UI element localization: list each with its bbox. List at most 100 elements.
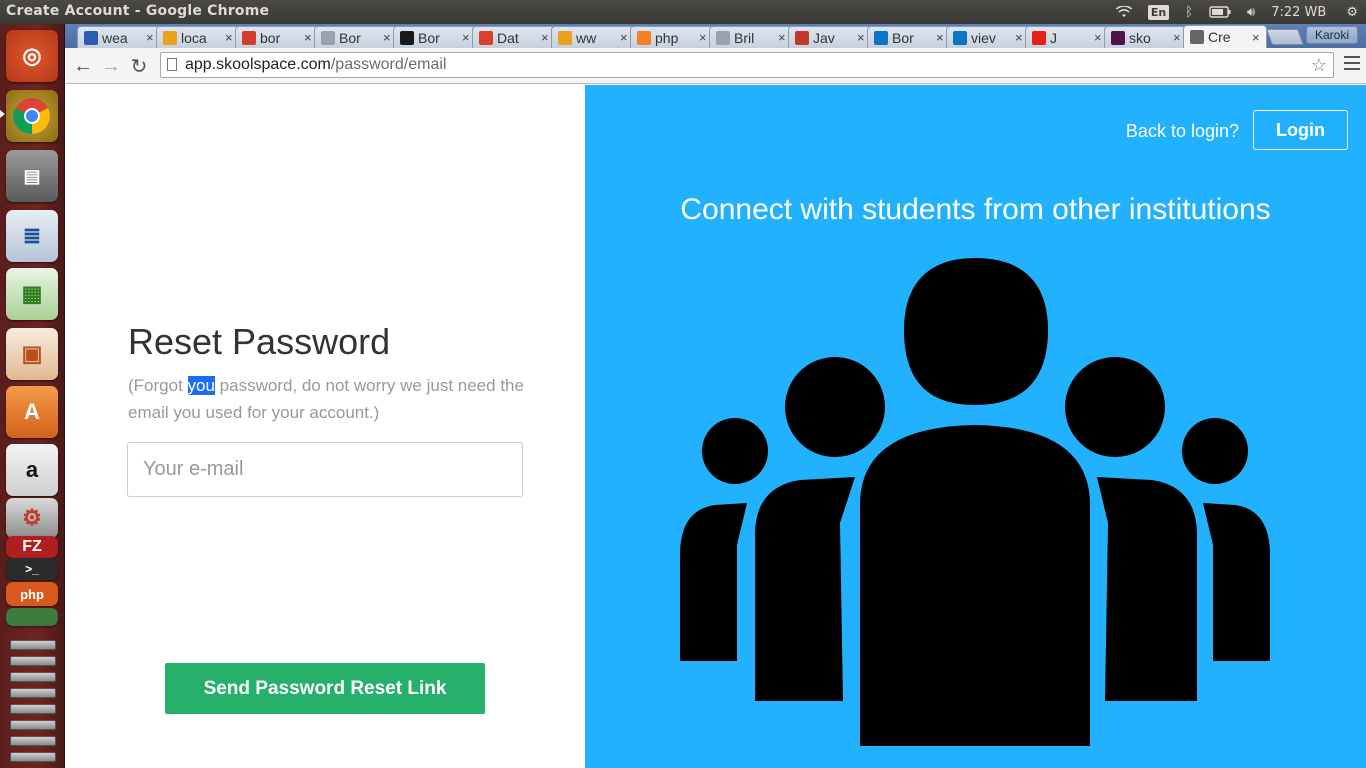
- tab-close-icon[interactable]: ×: [541, 30, 551, 45]
- forward-arrow-icon[interactable]: →: [99, 54, 123, 78]
- browser-tab[interactable]: Bor ×: [867, 26, 951, 48]
- send-reset-link-button[interactable]: Send Password Reset Link: [165, 663, 485, 714]
- keyboard-layout-indicator[interactable]: En: [1147, 4, 1170, 20]
- launcher-stack-item[interactable]: [10, 640, 56, 650]
- volume-icon[interactable]: 🔊︎: [1247, 5, 1255, 20]
- browser-tab[interactable]: loca ×: [156, 26, 240, 48]
- launcher-stack-item[interactable]: [10, 672, 56, 682]
- settings-gear-icon[interactable]: ⚙: [1346, 5, 1358, 20]
- document-icon: [716, 30, 730, 45]
- tab-title: wea: [102, 29, 128, 46]
- unity-launcher: ◎ ▤ ≣ ▦ ▣ A a ⚙ FZ >_ php: [0, 24, 65, 768]
- clock[interactable]: 7:22 WB: [1271, 5, 1326, 20]
- tab-close-icon[interactable]: ×: [1173, 30, 1183, 45]
- browser-tab[interactable]: Bril ×: [709, 26, 793, 48]
- browser-tab[interactable]: sko ×: [1104, 26, 1188, 48]
- tab-title: Bril: [734, 29, 755, 46]
- tab-close-icon[interactable]: ×: [383, 30, 393, 45]
- browser-tab[interactable]: Jav ×: [788, 26, 872, 48]
- amazon-icon[interactable]: a: [6, 444, 58, 496]
- ubuntu-dash-icon[interactable]: ◎: [6, 30, 58, 82]
- launcher-stack-item[interactable]: [10, 736, 56, 746]
- stackoverflow-icon: [637, 30, 651, 45]
- writer-launcher-icon[interactable]: ≣: [6, 210, 58, 262]
- promo-panel: Back to login? Login Connect with studen…: [585, 85, 1366, 768]
- selected-text: you: [187, 376, 215, 395]
- help-text-start: (Forgot: [128, 376, 188, 395]
- browser-window: wea × loca × bor × Bor × Bor × Dat × ww × php × Bril × Jav…: [65, 24, 1366, 768]
- chrome-menu-icon[interactable]: [1344, 56, 1360, 70]
- login-button[interactable]: Login: [1253, 110, 1348, 150]
- tab-title: Jav: [813, 29, 835, 46]
- browser-tab[interactable]: Bor ×: [314, 26, 398, 48]
- tab-close-icon[interactable]: ×: [699, 30, 709, 45]
- reset-form-panel: Reset Password (Forgot you password, do …: [65, 85, 585, 768]
- tab-close-icon[interactable]: ×: [936, 30, 946, 45]
- address-bar[interactable]: app.skoolspace.com/password/email ☆: [160, 52, 1334, 78]
- tab-close-icon[interactable]: ×: [1094, 30, 1104, 45]
- filezilla-icon[interactable]: FZ: [6, 536, 58, 558]
- impress-launcher-icon[interactable]: ▣: [6, 328, 58, 380]
- launcher-stack-item[interactable]: [10, 704, 56, 714]
- bluetooth-icon[interactable]: ᛒ: [1185, 5, 1193, 20]
- youtube-icon: [1032, 30, 1046, 45]
- launcher-stack-item[interactable]: [10, 688, 56, 698]
- calc-launcher-icon[interactable]: ▦: [6, 268, 58, 320]
- tab-close-icon[interactable]: ×: [857, 30, 867, 45]
- battery-icon[interactable]: [1209, 6, 1231, 18]
- software-center-icon[interactable]: A: [6, 386, 58, 438]
- reload-icon[interactable]: ↻: [127, 54, 151, 78]
- chrome-launcher-icon[interactable]: [6, 90, 58, 142]
- tab-close-icon[interactable]: ×: [778, 30, 788, 45]
- browser-toolbar: ← → ↻ app.skoolspace.com/password/email …: [65, 48, 1366, 84]
- browser-tab[interactable]: php ×: [630, 26, 714, 48]
- tab-title: php: [655, 29, 679, 46]
- browser-tab[interactable]: Cre ×: [1183, 25, 1267, 48]
- active-app-indicator: [0, 110, 5, 118]
- tab-close-icon[interactable]: ×: [1252, 30, 1262, 45]
- browser-tab[interactable]: bor ×: [235, 26, 319, 48]
- tab-close-icon[interactable]: ×: [225, 30, 235, 45]
- launcher-stack-item[interactable]: [10, 656, 56, 666]
- terminal-icon[interactable]: >_: [6, 558, 58, 580]
- tab-title: J: [1050, 29, 1057, 46]
- phpmyadmin-icon: [558, 30, 572, 45]
- bookmark-star-icon[interactable]: ☆: [1311, 53, 1327, 77]
- group-of-people-icon: [680, 258, 1270, 746]
- skoolspace-icon: [1190, 30, 1204, 44]
- browser-tab[interactable]: wea ×: [77, 26, 161, 48]
- tab-close-icon[interactable]: ×: [620, 30, 630, 45]
- tab-close-icon[interactable]: ×: [146, 30, 156, 45]
- tab-title: Dat: [497, 29, 519, 46]
- files-launcher-icon[interactable]: ▤: [6, 150, 58, 202]
- browser-tab[interactable]: J ×: [1025, 26, 1109, 48]
- tab-close-icon[interactable]: ×: [1015, 30, 1025, 45]
- browser-tab[interactable]: viev ×: [946, 26, 1030, 48]
- web-page: Reset Password (Forgot you password, do …: [65, 85, 1366, 768]
- wifi-icon[interactable]: [1115, 6, 1132, 18]
- top-panel: Create Account - Google Chrome En ᛒ 🔊︎ 7…: [0, 0, 1366, 24]
- gmail-icon: [242, 30, 256, 45]
- new-tab-button[interactable]: [1266, 29, 1304, 45]
- email-field[interactable]: [127, 442, 523, 497]
- slack-icon: [1111, 30, 1125, 45]
- app-icon[interactable]: [6, 608, 58, 626]
- php-icon[interactable]: php: [6, 582, 58, 606]
- launcher-stack-item[interactable]: [10, 720, 56, 730]
- system-settings-icon[interactable]: ⚙: [6, 498, 58, 538]
- tab-close-icon[interactable]: ×: [462, 30, 472, 45]
- language-badge: En: [1147, 4, 1170, 20]
- tab-title: ww: [576, 29, 597, 46]
- tab-title: Cre: [1208, 29, 1231, 45]
- grid-icon: [479, 30, 493, 45]
- star-icon: [400, 30, 414, 45]
- back-arrow-icon[interactable]: ←: [71, 54, 95, 78]
- tab-close-icon[interactable]: ×: [304, 30, 314, 45]
- browser-tab[interactable]: Dat ×: [472, 26, 556, 48]
- launcher-stack-item[interactable]: [10, 752, 56, 762]
- url-path: /password/email: [330, 56, 447, 73]
- profile-badge[interactable]: Karoki: [1305, 26, 1358, 44]
- browser-tab[interactable]: ww ×: [551, 26, 635, 48]
- help-text: (Forgot you password, do not worry we ju…: [128, 372, 528, 426]
- browser-tab[interactable]: Bor ×: [393, 26, 477, 48]
